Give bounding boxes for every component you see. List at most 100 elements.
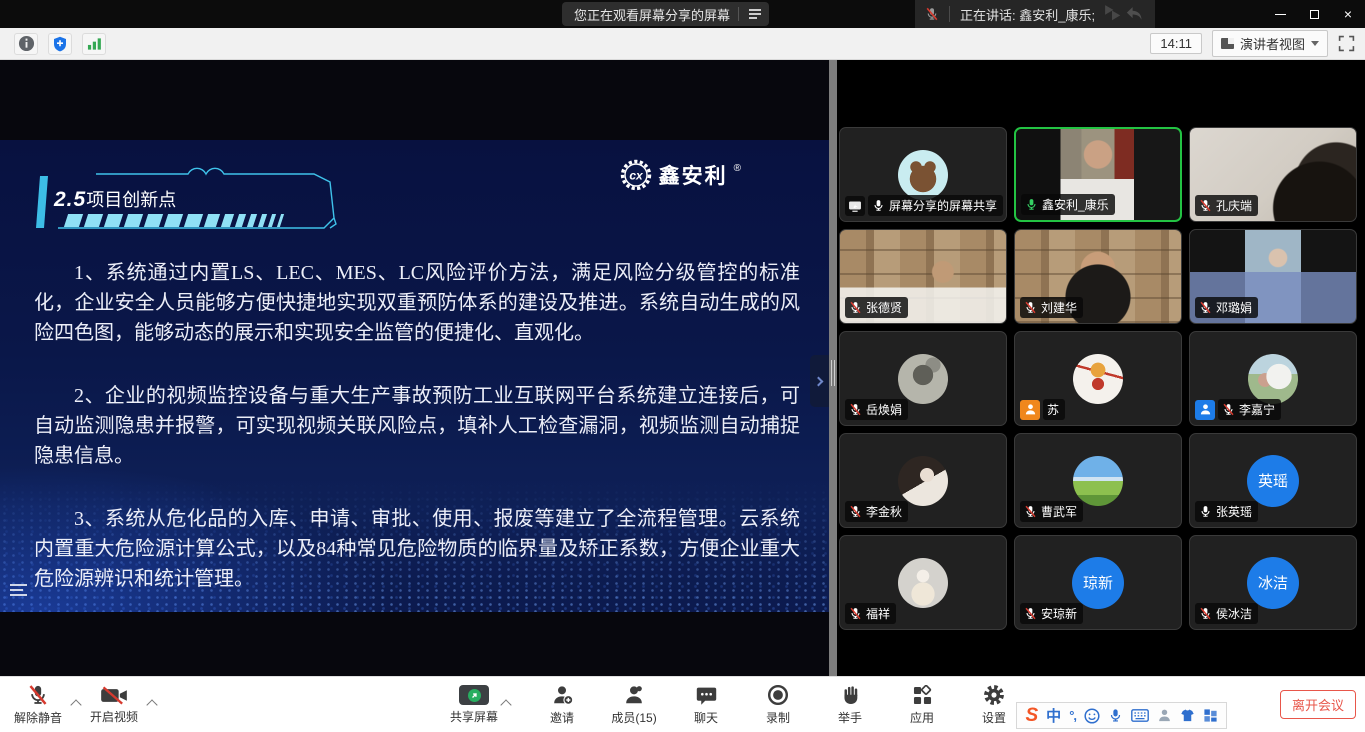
participant-name: 李嘉宁 bbox=[1239, 401, 1275, 418]
view-mode-label: 演讲者视图 bbox=[1240, 34, 1305, 53]
participant-tile[interactable]: 苏 bbox=[1014, 331, 1182, 426]
share-options-menu-icon[interactable] bbox=[747, 7, 763, 21]
ime-punctuation-mode[interactable]: °, bbox=[1069, 708, 1076, 723]
raise-hand-label: 举手 bbox=[838, 709, 862, 726]
mic-muted-icon bbox=[849, 301, 862, 314]
avatar bbox=[898, 354, 948, 404]
participant-name: 刘建华 bbox=[1041, 299, 1077, 316]
avatar bbox=[1073, 354, 1123, 404]
title-bar: 您正在观看屏幕分享的屏幕 正在讲话: 鑫安利_康乐; × bbox=[0, 0, 1365, 28]
security-shield-icon[interactable] bbox=[48, 33, 72, 55]
close-button[interactable]: × bbox=[1331, 0, 1365, 28]
participant-name: 李金秋 bbox=[866, 503, 902, 520]
screen-share-view: 2.5项目创新点 cx 鑫安利® bbox=[0, 60, 829, 676]
participant-tile[interactable]: 岳焕娟 bbox=[839, 331, 1007, 426]
participant-tile[interactable]: 福祥 bbox=[839, 535, 1007, 630]
settings-button[interactable]: 设置 bbox=[970, 679, 1018, 731]
panel-splitter[interactable] bbox=[829, 60, 837, 676]
status-bar: 14:11 演讲者视图 bbox=[0, 28, 1365, 60]
mic-muted-icon bbox=[1199, 199, 1212, 212]
network-signal-icon[interactable] bbox=[82, 33, 106, 55]
share-screen-icon bbox=[459, 685, 489, 705]
participant-tile[interactable]: 孔庆端 bbox=[1189, 127, 1357, 222]
settings-gear-icon bbox=[983, 684, 1005, 706]
minimize-button[interactable] bbox=[1263, 0, 1297, 28]
participant-tile[interactable]: 李嘉宁 bbox=[1189, 331, 1357, 426]
participant-tile[interactable]: 曹武军 bbox=[1014, 433, 1182, 528]
mic-muted-icon bbox=[1024, 607, 1037, 620]
participant-tile[interactable]: 冰洁 侯冰洁 bbox=[1189, 535, 1357, 630]
participant-name: 屏幕分享的屏幕共享 bbox=[889, 197, 997, 214]
speaking-label: 正在讲话: 鑫安利_康乐; bbox=[960, 5, 1095, 24]
divider bbox=[949, 6, 950, 22]
participant-name: 岳焕娟 bbox=[866, 401, 902, 418]
participant-tile[interactable]: 琼新 安琼新 bbox=[1014, 535, 1182, 630]
pill-divider bbox=[738, 7, 739, 21]
mic-muted-icon bbox=[1024, 505, 1037, 518]
app-user-icon bbox=[1195, 400, 1215, 420]
share-screen-button[interactable]: 共享屏幕 bbox=[450, 679, 498, 731]
share-screen-label: 共享屏幕 bbox=[450, 708, 498, 725]
share-options-chevron[interactable] bbox=[500, 699, 511, 710]
settings-label: 设置 bbox=[982, 709, 1006, 726]
screen-share-icon bbox=[845, 196, 865, 216]
ime-toolbar[interactable]: S 中 °, bbox=[1016, 702, 1227, 729]
ime-menu-grid-icon[interactable] bbox=[1203, 708, 1218, 723]
mic-on-icon bbox=[1199, 505, 1212, 518]
emoji-icon[interactable] bbox=[1084, 708, 1100, 724]
skin-shirt-icon[interactable] bbox=[1180, 708, 1195, 723]
chevron-right-icon bbox=[814, 376, 824, 386]
apps-label: 应用 bbox=[910, 709, 934, 726]
voice-input-icon[interactable] bbox=[1108, 708, 1123, 723]
ime-person-icon[interactable] bbox=[1157, 708, 1172, 723]
raise-hand-button[interactable]: 举手 bbox=[826, 679, 874, 731]
maximize-button[interactable] bbox=[1297, 0, 1331, 28]
slide-menu-icon[interactable] bbox=[10, 584, 27, 596]
muted-mic-icon bbox=[925, 7, 939, 21]
section-title: 项目创新点 bbox=[86, 190, 176, 210]
ime-mode-chinese[interactable]: 中 bbox=[1046, 705, 1061, 726]
bottom-toolbar: 解除静音 开启视频 共享屏幕 bbox=[0, 676, 1365, 732]
invite-button[interactable]: 邀请 bbox=[538, 679, 586, 731]
slide-body: 1、系统通过内置LS、LEC、MES、LC风险评价方法，满足风险分级管控的标准化… bbox=[34, 258, 800, 612]
slide-paragraph-2: 2、企业的视频监控设备与重大生产事故预防工业互联网平台系统建立连接后，可自动监测… bbox=[34, 381, 800, 471]
logo-text: 鑫安利 bbox=[659, 160, 728, 190]
keyboard-icon[interactable] bbox=[1131, 709, 1149, 722]
participant-tile[interactable]: 英瑶 张英瑶 bbox=[1189, 433, 1357, 528]
view-mode-dropdown[interactable]: 演讲者视图 bbox=[1212, 30, 1328, 57]
members-button[interactable]: 成员(15) bbox=[610, 679, 658, 731]
mic-muted-icon bbox=[1199, 607, 1212, 620]
title-squares-decoration bbox=[66, 214, 282, 227]
participant-tile-active-speaker[interactable]: 鑫安利_康乐 bbox=[1014, 127, 1182, 222]
meeting-info-icon[interactable] bbox=[14, 33, 38, 55]
fullscreen-icon[interactable] bbox=[1338, 35, 1355, 52]
video-options-chevron[interactable] bbox=[146, 699, 157, 710]
apps-icon bbox=[912, 685, 933, 706]
start-video-button[interactable]: 开启视频 bbox=[90, 679, 138, 731]
svg-text:cx: cx bbox=[629, 169, 644, 183]
mic-speaking-icon bbox=[1025, 198, 1038, 211]
avatar bbox=[898, 558, 948, 608]
mic-muted-icon bbox=[1222, 403, 1235, 416]
leave-meeting-button[interactable]: 离开会议 bbox=[1280, 690, 1356, 719]
company-logo: cx 鑫安利® bbox=[619, 158, 741, 192]
flags-icon bbox=[1101, 3, 1123, 25]
collapse-panel-tab[interactable] bbox=[810, 355, 829, 407]
presentation-slide: 2.5项目创新点 cx 鑫安利® bbox=[0, 140, 829, 612]
start-video-label: 开启视频 bbox=[90, 708, 138, 725]
participant-tile[interactable]: 邓璐娟 bbox=[1189, 229, 1357, 324]
chat-button[interactable]: 聊天 bbox=[682, 679, 730, 731]
invite-person-icon bbox=[551, 684, 573, 706]
participant-tile[interactable]: 张德贤 bbox=[839, 229, 1007, 324]
sogou-logo: S bbox=[1025, 705, 1038, 727]
participant-name: 安琼新 bbox=[1041, 605, 1077, 622]
record-button[interactable]: 录制 bbox=[754, 679, 802, 731]
participant-tile[interactable]: 屏幕分享的屏幕共享 bbox=[839, 127, 1007, 222]
unmute-button[interactable]: 解除静音 bbox=[14, 679, 62, 731]
participant-tile[interactable]: 刘建华 bbox=[1014, 229, 1182, 324]
audio-options-chevron[interactable] bbox=[70, 699, 81, 710]
mic-muted-icon bbox=[27, 684, 49, 706]
participant-tile[interactable]: 李金秋 bbox=[839, 433, 1007, 528]
apps-button[interactable]: 应用 bbox=[898, 679, 946, 731]
mic-muted-icon bbox=[849, 505, 862, 518]
